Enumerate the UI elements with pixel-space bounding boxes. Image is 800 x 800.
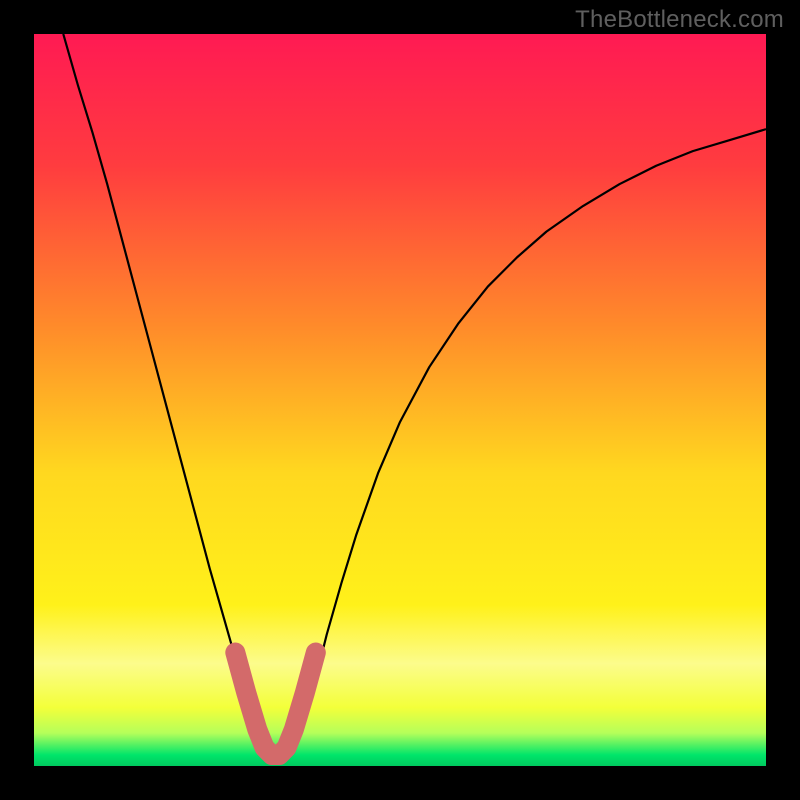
chart-svg xyxy=(0,0,800,800)
plot-background xyxy=(34,34,766,766)
watermark-text: TheBottleneck.com xyxy=(575,6,784,34)
chart-frame: { "watermark": "TheBottleneck.com", "cha… xyxy=(0,0,800,800)
